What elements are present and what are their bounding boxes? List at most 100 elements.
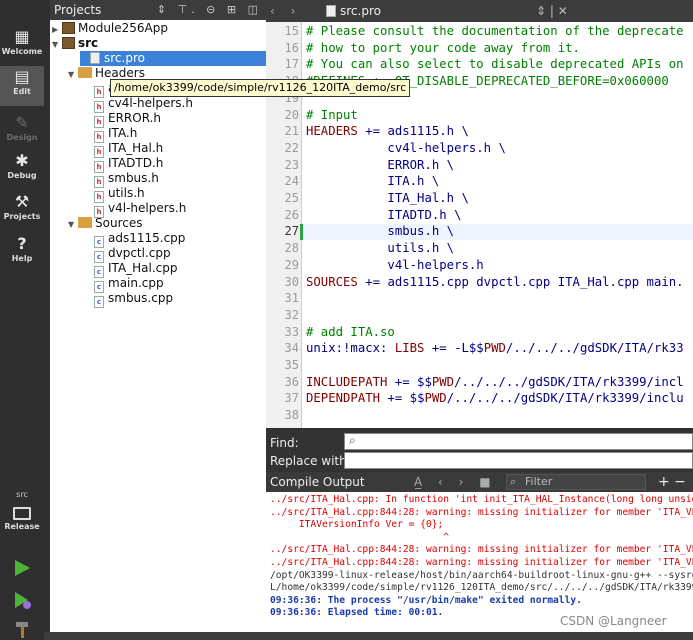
code-text: /../../../gdSDK/ITA/rk3399/inclu xyxy=(446,391,684,406)
question-icon: ? xyxy=(17,234,27,253)
mode-debug[interactable]: ✱ Debug xyxy=(0,150,44,190)
code-comment: # You can also select to disable depreca… xyxy=(306,57,684,72)
tree-item-label: smbus.cpp xyxy=(108,291,174,305)
run-button[interactable] xyxy=(12,558,32,578)
code-text: ITADTD.h \ xyxy=(306,207,462,222)
code-variable: PWD xyxy=(483,341,506,356)
kit-project-label: src xyxy=(16,490,28,499)
mode-label: Edit xyxy=(13,87,31,96)
hammer-icon xyxy=(16,622,28,638)
tree-item-label: src xyxy=(78,36,99,50)
code-text: += $$ xyxy=(387,374,432,389)
mode-projects[interactable]: ⚒ Projects xyxy=(0,191,44,231)
add-pane-button[interactable]: + − xyxy=(658,472,686,492)
tree-item[interactable]: h ITA.h xyxy=(84,126,137,143)
code-line: smbus.h \ xyxy=(306,224,454,238)
tree-item-label: Headers xyxy=(95,66,145,80)
expand-arrow-icon[interactable]: ▼ xyxy=(68,217,78,232)
expand-arrow-icon[interactable]: ▼ xyxy=(68,67,78,82)
output-line: ../src/ITA_Hal.cpp:844:28: warning: miss… xyxy=(270,557,693,568)
open-file-tab[interactable]: src.pro xyxy=(326,0,381,22)
output-line: ../src/ITA_Hal.cpp:844:28: warning: miss… xyxy=(270,544,693,556)
tree-item[interactable]: h smbus.h xyxy=(84,171,159,188)
folder-icon xyxy=(78,67,92,78)
code-line: v4l-helpers.h xyxy=(306,258,483,272)
projects-panel-title: Projects xyxy=(54,3,102,17)
projects-panel-header: Projects ⇕ ⊤. ⊝ ⊞ ◫ xyxy=(50,0,266,20)
line-number: 32 xyxy=(284,307,299,322)
mode-label: Help xyxy=(11,254,33,263)
code-text: smbus.h \ xyxy=(306,224,455,239)
tree-item[interactable]: h utils.h xyxy=(84,186,145,203)
code-variable: INCLUDEPATH xyxy=(306,374,388,389)
tree-item-label: Module256App xyxy=(78,21,168,35)
code-line: ERROR.h \ xyxy=(306,158,454,172)
collapse-arrow-icon[interactable]: ▶ xyxy=(52,22,62,37)
tree-item[interactable]: c smbus.cpp xyxy=(84,291,174,308)
code-variable: DEPENDPATH xyxy=(306,391,381,406)
nav-back-forward-icon[interactable]: ‹ › xyxy=(270,0,301,22)
wrench-icon: ⚒ xyxy=(14,192,30,211)
code-line: # Input xyxy=(306,108,358,122)
tree-item[interactable]: ▼ src xyxy=(52,36,98,51)
code-variable: PWD xyxy=(424,391,447,406)
mode-welcome[interactable]: ▦ Welcome xyxy=(0,26,44,66)
code-line: HEADERS += ads1115.h \ xyxy=(306,124,469,138)
tree-item[interactable]: c ITA_Hal.cpp xyxy=(84,261,178,278)
output-line: ../src/ITA_Hal.cpp:844:28: warning: miss… xyxy=(270,506,693,518)
output-pane-header: Compile Output A̲ ‹ › ■ ✱ ⌕ Filter + − xyxy=(266,472,693,492)
code-line: # add ITA.so xyxy=(306,325,395,339)
tree-item[interactable]: h v4l-helpers.h xyxy=(84,201,186,218)
code-line: ITA.h \ xyxy=(306,174,439,188)
tree-item[interactable]: ▼ Sources xyxy=(68,216,142,231)
line-number: 29 xyxy=(284,257,299,272)
code-comment: # Input xyxy=(306,107,358,122)
mode-help[interactable]: ? Help xyxy=(0,233,44,273)
line-number: 33 xyxy=(284,324,299,339)
code-text: ITA_Hal.h \ xyxy=(306,191,469,205)
tree-item[interactable]: h ITADTD.h xyxy=(84,156,163,173)
line-number: 28 xyxy=(284,241,299,256)
tree-item[interactable]: c dvpctl.cpp xyxy=(84,246,171,263)
mode-label: Projects xyxy=(3,212,41,221)
tree-item[interactable]: h cv4l-helpers.h xyxy=(84,96,193,113)
line-number: 30 xyxy=(284,274,299,289)
code-text: += ads1115.h \ xyxy=(357,124,469,139)
tree-item[interactable]: h ITA_Hal.h xyxy=(84,141,163,158)
output-line: /opt/OK3399-linux-release/host/bin/aarch… xyxy=(270,569,693,581)
code-line: utils.h \ xyxy=(306,241,454,255)
code-line: DEPENDPATH += $$PWD/../../../gdSDK/ITA/r… xyxy=(306,391,684,405)
find-input[interactable] xyxy=(344,433,693,450)
tree-item-label: Sources xyxy=(95,216,143,230)
tree-item[interactable]: h ERROR.h xyxy=(84,111,162,128)
tree-item[interactable]: ▶ Module256App xyxy=(52,21,168,36)
line-number: 23 xyxy=(284,157,299,172)
projects-panel-tools[interactable]: ⇕ ⊤. ⊝ ⊞ ◫ xyxy=(157,0,262,20)
modified-line-marker xyxy=(300,224,303,241)
tree-item-label: ERROR.h xyxy=(108,111,162,125)
kit-selector-button[interactable]: Release xyxy=(0,503,44,543)
line-number: 27 xyxy=(284,224,299,239)
build-button[interactable] xyxy=(12,620,32,640)
bug-icon: ✱ xyxy=(15,151,29,170)
line-number: 36 xyxy=(284,374,299,389)
close-file-icon[interactable]: ⇕ | ✕ xyxy=(536,0,568,22)
line-number: 24 xyxy=(284,174,299,189)
tree-item[interactable]: c ads1115.cpp xyxy=(84,231,185,248)
debug-run-button[interactable] xyxy=(12,590,32,610)
code-comment: # add ITA.so xyxy=(306,324,395,339)
code-text: ITA.h \ xyxy=(306,174,440,189)
code-line: unix:!macx: LIBS += -L$$PWD/../../../gdS… xyxy=(306,341,684,355)
tree-item[interactable]: c main.cpp xyxy=(84,276,164,293)
code-text: utils.h \ xyxy=(306,241,455,256)
expand-arrow-icon[interactable]: ▼ xyxy=(52,37,62,52)
filter-input[interactable]: ⌕ Filter xyxy=(506,474,646,490)
line-number: 25 xyxy=(284,191,299,205)
find-label: Find: xyxy=(270,436,299,450)
tree-item[interactable]: src.pro xyxy=(80,51,266,66)
mode-edit[interactable]: ▤ Edit xyxy=(0,66,44,106)
replace-input[interactable] xyxy=(344,452,693,469)
code-line: cv4l-helpers.h \ xyxy=(306,141,505,155)
code-line: INCLUDEPATH += $$PWD/../../../gdSDK/ITA/… xyxy=(306,375,684,389)
debug-play-icon xyxy=(15,592,31,609)
